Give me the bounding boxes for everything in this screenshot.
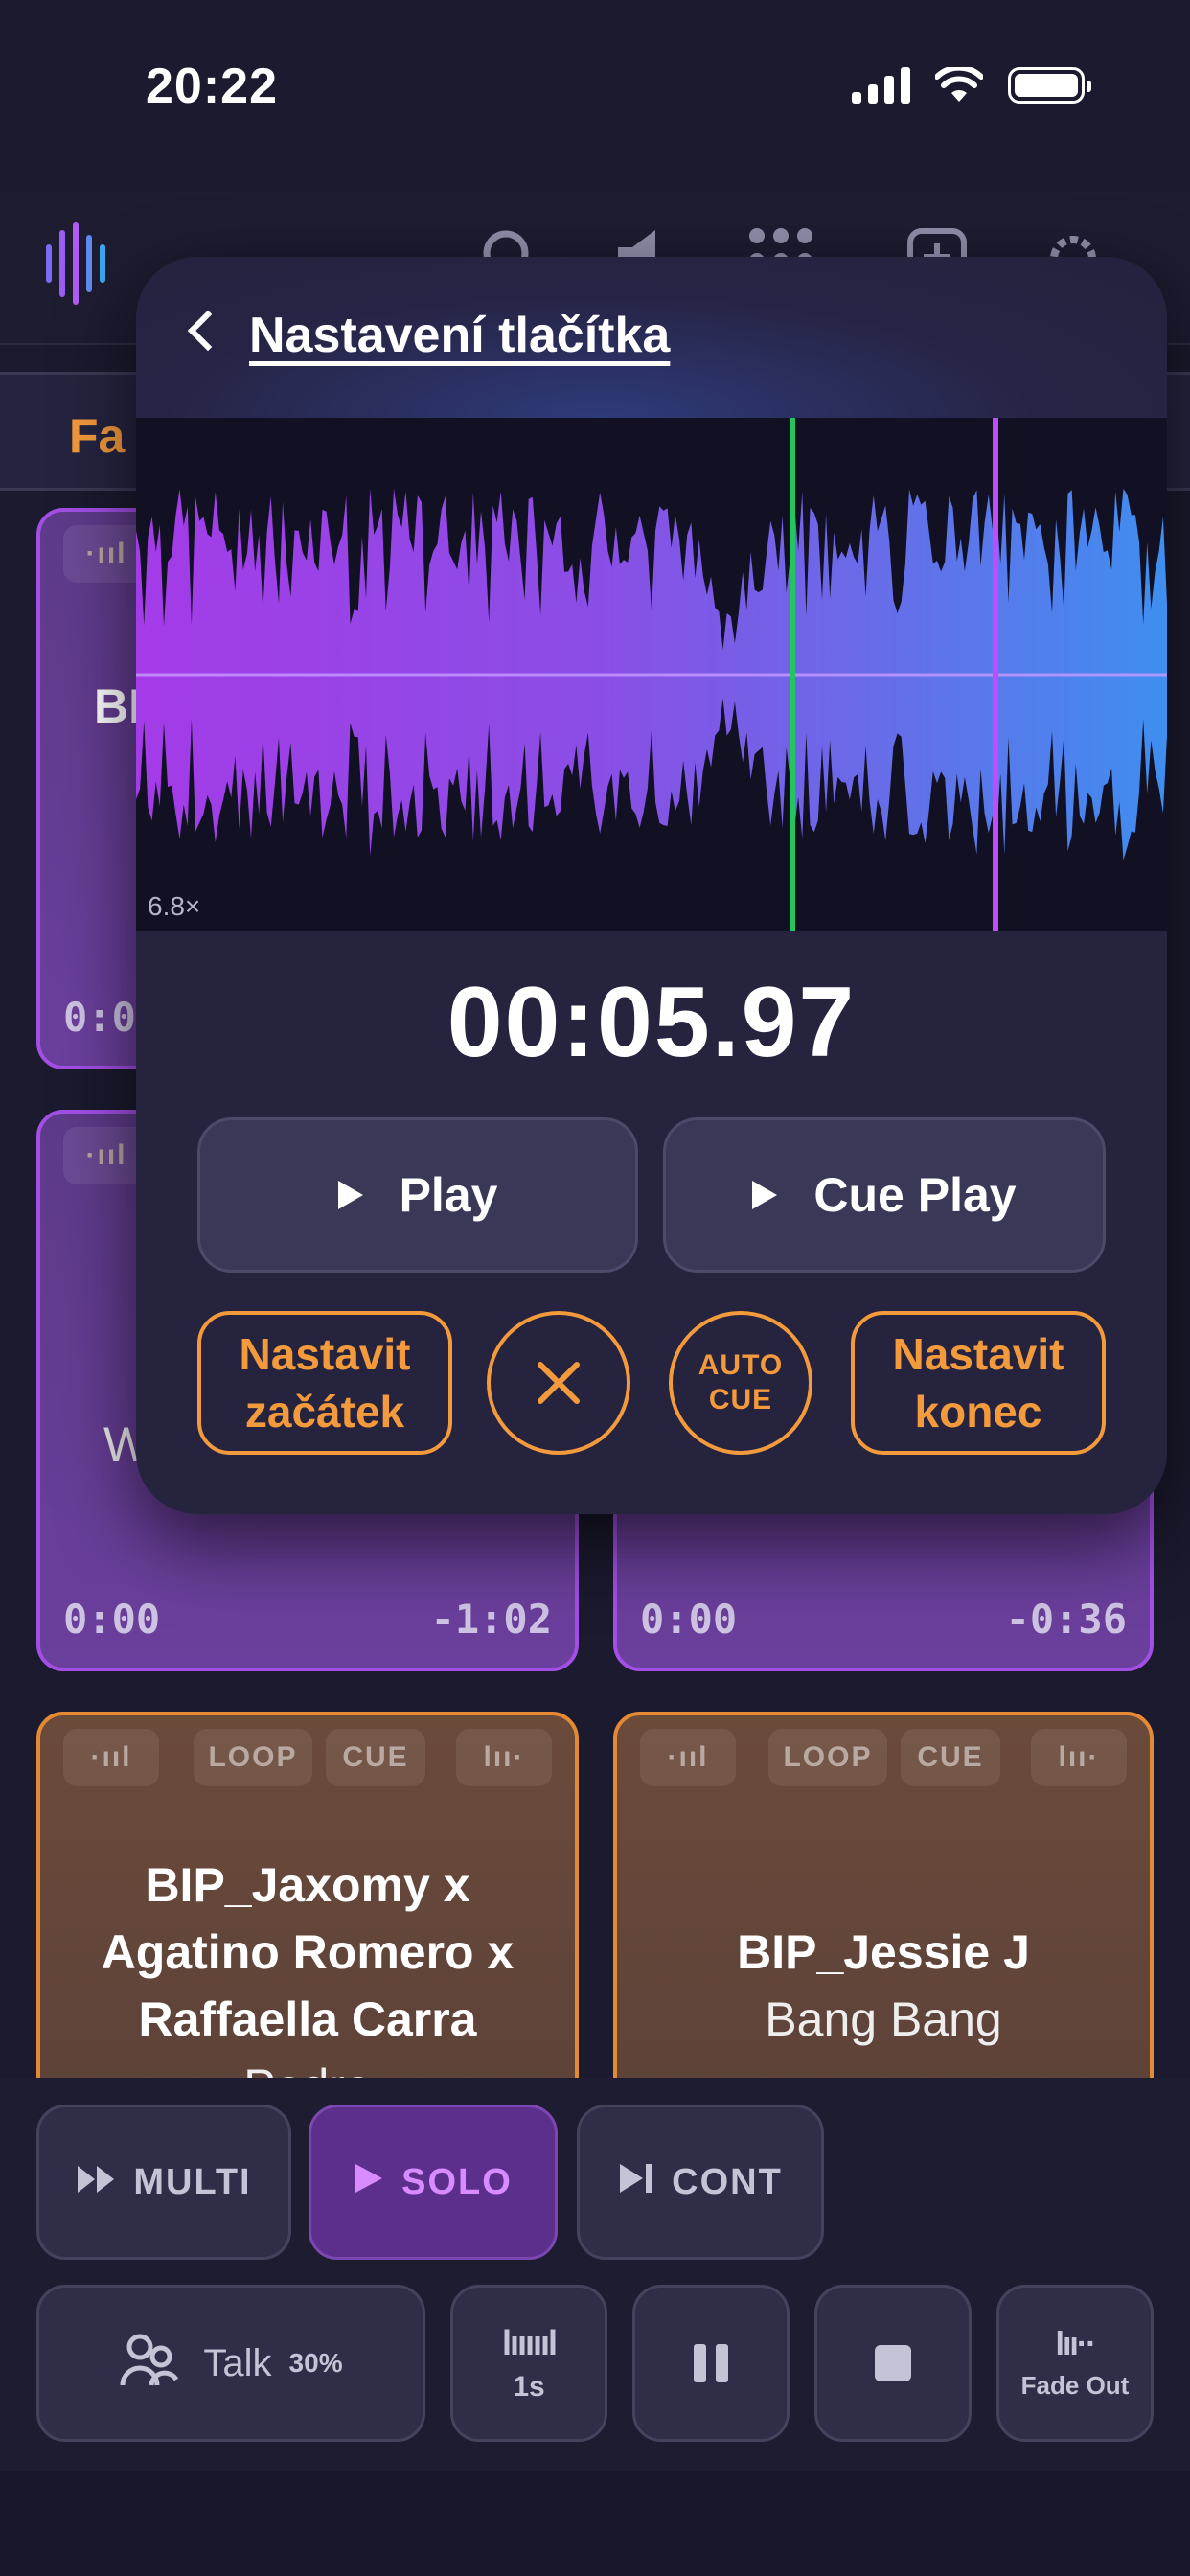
mode-solo-label: SOLO: [401, 2161, 513, 2202]
stop-icon: [875, 2345, 911, 2381]
pad-fade-in-icon[interactable]: ·ııl: [640, 1729, 736, 1786]
status-bar: 20:22: [0, 0, 1190, 172]
pad-subtitle: Bang Bang: [765, 1992, 1002, 2046]
wifi-icon: [935, 67, 983, 102]
status-icons: [852, 67, 1091, 104]
button-settings-modal: Nastavení tlačítka 6.8× 00:05.97 Play Cu…: [136, 257, 1167, 1514]
fade-time-label: 1s: [513, 2371, 545, 2403]
play-icon: [337, 1181, 363, 1209]
auto-cue-line-1: AUTO: [698, 1349, 784, 1381]
pad-elapsed: 0:0: [63, 994, 136, 1041]
play-icon: [752, 1181, 778, 1209]
modal-header: Nastavení tlačítka: [136, 257, 1167, 418]
fade-out-wave-icon: lıı··: [1055, 2326, 1097, 2362]
play-label: Play: [399, 1168, 498, 1222]
pad-loop-chip[interactable]: LOOP: [194, 1729, 312, 1786]
back-chevron-icon[interactable]: [187, 310, 229, 352]
pad-title-line-3: Raffaella Carra: [138, 1992, 477, 2046]
cue-play-label: Cue Play: [813, 1168, 1017, 1222]
pause-icon: [694, 2344, 728, 2382]
waveform-graphic[interactable]: [136, 418, 1167, 932]
clear-cue-button[interactable]: [487, 1311, 630, 1455]
battery-icon: [1008, 67, 1091, 104]
pause-button[interactable]: [632, 2285, 790, 2442]
set-end-line-2: konec: [914, 1387, 1042, 1437]
auto-cue-line-2: CUE: [708, 1384, 773, 1415]
stop-button[interactable]: [814, 2285, 972, 2442]
mode-multi-button[interactable]: MULTI: [36, 2104, 291, 2260]
cue-start-marker[interactable]: [790, 418, 795, 932]
play-next-icon: [618, 2161, 654, 2204]
talk-level: 30%: [288, 2348, 343, 2378]
pad-loop-chip[interactable]: LOOP: [768, 1729, 887, 1786]
mode-cont-label: CONT: [672, 2161, 783, 2202]
set-end-line-1: Nastavit: [892, 1329, 1064, 1379]
pad-elapsed: 0:00: [63, 1596, 161, 1643]
tab-favorites-label: Fa: [69, 409, 126, 463]
talk-people-icon: [119, 2328, 180, 2399]
pad-fade-out-icon[interactable]: lıı·: [1031, 1729, 1127, 1786]
fade-out-button[interactable]: lıı·· Fade Out: [996, 2285, 1154, 2442]
pad-cue-chip[interactable]: CUE: [901, 1729, 1000, 1786]
pad-remaining: -1:02: [430, 1596, 552, 1643]
fade-time-button[interactable]: lıııııl 1s: [450, 2285, 607, 2442]
waveform-editor[interactable]: [136, 418, 1167, 932]
app-logo-icon: [46, 220, 105, 307]
pad-cue-chip[interactable]: CUE: [326, 1729, 425, 1786]
pad-remaining: -0:36: [1005, 1596, 1127, 1643]
talk-label: Talk: [203, 2341, 272, 2384]
modal-title[interactable]: Nastavení tlačítka: [249, 307, 670, 364]
auto-cue-button[interactable]: AUTO CUE: [669, 1311, 812, 1455]
pad-title-line-2: Agatino Romero x: [101, 1925, 515, 1979]
play-button[interactable]: Play: [197, 1117, 638, 1273]
set-start-button[interactable]: Nastavit začátek: [197, 1311, 452, 1455]
mode-multi-label: MULTI: [133, 2161, 252, 2202]
timecode-display: 00:05.97: [446, 967, 857, 1078]
cellular-signal-icon: [852, 67, 910, 104]
pad-fade-out-icon[interactable]: lıı·: [456, 1729, 552, 1786]
pad-5[interactable]: ·ııl LOOP CUE lıı· BIP_Jessie J Bang Ban…: [613, 1712, 1154, 2114]
set-end-button[interactable]: Nastavit konec: [851, 1311, 1106, 1455]
mode-solo-button[interactable]: SOLO: [309, 2104, 558, 2260]
set-start-line-2: začátek: [244, 1387, 405, 1437]
cue-play-button[interactable]: Cue Play: [663, 1117, 1106, 1273]
mode-cont-button[interactable]: CONT: [577, 2104, 824, 2260]
status-time: 20:22: [146, 58, 278, 114]
fade-wave-icon: lıııııl: [501, 2323, 558, 2362]
bottom-strip: [0, 2471, 1190, 2576]
set-start-line-1: Nastavit: [239, 1329, 411, 1379]
pad-4[interactable]: ·ııl LOOP CUE lıı· BIP_Jaxomy x Agatino …: [36, 1712, 579, 2114]
talk-button[interactable]: Talk 30%: [36, 2285, 425, 2442]
pad-elapsed: 0:00: [640, 1596, 738, 1643]
pad-title: BIP_Jessie J: [737, 1925, 1030, 1979]
cue-end-marker[interactable]: [993, 418, 998, 932]
pad-fade-in-icon[interactable]: ·ııl: [63, 1729, 159, 1786]
fade-out-label: Fade Out: [1020, 2371, 1130, 2400]
zoom-level: 6.8×: [148, 891, 201, 921]
close-icon: [538, 1362, 580, 1404]
fast-forward-icon: [76, 2161, 116, 2204]
play-icon: [354, 2161, 384, 2204]
pad-title-line-1: BIP_Jaxomy x: [145, 1858, 470, 1912]
